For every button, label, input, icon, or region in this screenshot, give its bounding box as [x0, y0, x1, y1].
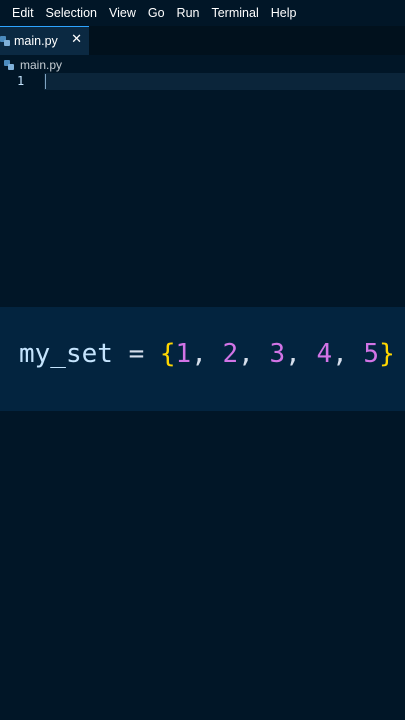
menu-selection[interactable]: Selection: [46, 6, 97, 20]
line-number: 1: [17, 74, 25, 88]
code-close-brace: }: [379, 339, 395, 369]
current-line-highlight[interactable]: [44, 73, 405, 90]
code-number: 4: [316, 339, 333, 369]
menu-help[interactable]: Help: [271, 6, 297, 20]
tab-bar: main.py ✕: [0, 26, 405, 55]
code-line: my_set = {1, 2, 3, 4, 5}: [19, 338, 395, 370]
text-cursor: [45, 74, 46, 89]
menu-terminal[interactable]: Terminal: [211, 6, 258, 20]
code-number: 1: [175, 339, 192, 369]
menu-go[interactable]: Go: [148, 6, 165, 20]
code-comma: ,: [191, 339, 207, 369]
code-number: 3: [269, 339, 286, 369]
code-operator: =: [128, 339, 145, 369]
python-file-icon: [4, 60, 14, 70]
breadcrumb-file[interactable]: main.py: [20, 58, 62, 72]
code-variable: my_set: [19, 339, 113, 369]
code-comma: ,: [285, 339, 301, 369]
code-open-brace: {: [159, 339, 176, 369]
code-number: 5: [363, 339, 380, 369]
menu-edit[interactable]: Edit: [12, 6, 34, 20]
code-number: 2: [222, 339, 239, 369]
python-file-icon: [0, 36, 10, 46]
code-comma: ,: [238, 339, 254, 369]
breadcrumb: main.py: [4, 57, 62, 73]
menu-bar: Edit Selection View Go Run Terminal Help: [0, 0, 405, 25]
close-icon[interactable]: ✕: [71, 32, 82, 47]
menu-view[interactable]: View: [109, 6, 136, 20]
code-comma: ,: [332, 339, 348, 369]
menu-run[interactable]: Run: [177, 6, 200, 20]
tab-label: main.py: [14, 34, 58, 48]
tab-main-py[interactable]: main.py ✕: [0, 26, 89, 55]
